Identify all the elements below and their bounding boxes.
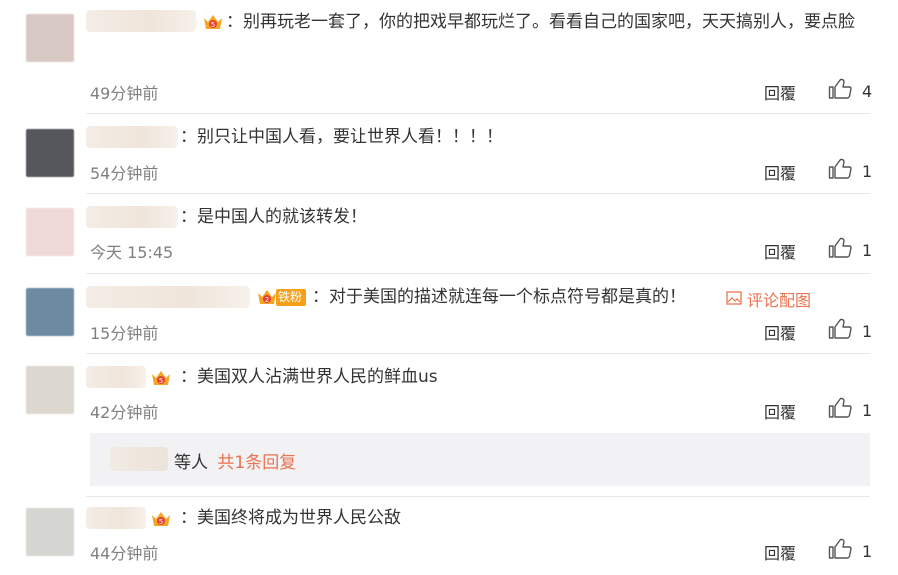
crown-icon: 2: [256, 287, 278, 307]
username-blurred[interactable]: [110, 447, 168, 471]
comment-text: ：别再玩老一套了，你的把戏早都玩烂了。看看自己的国家吧，天天搞别人，要点脸: [226, 12, 855, 32]
thumbs-up-icon: [828, 237, 852, 263]
username-blurred[interactable]: [86, 206, 178, 228]
comment-time: 49分钟前: [90, 84, 159, 103]
like-button[interactable]: 1: [828, 158, 872, 184]
comment-time: 42分钟前: [90, 403, 159, 422]
fan-badge[interactable]: 2 铁粉: [256, 286, 307, 308]
avatar[interactable]: [26, 508, 74, 556]
like-button[interactable]: 1: [828, 318, 872, 344]
reply-button[interactable]: 回覆: [764, 160, 796, 184]
crown-icon: 5: [150, 368, 172, 388]
comment-text: ：对于美国的描述就连每一个标点符号都是真的！: [312, 287, 686, 307]
view-replies-link[interactable]: 共1条回复: [217, 453, 296, 473]
thumbs-up-icon: [828, 538, 852, 564]
reply-button[interactable]: 回覆: [764, 540, 796, 564]
svg-text:5: 5: [211, 21, 215, 29]
comment-time: 54分钟前: [90, 164, 159, 183]
username-blurred[interactable]: [86, 126, 178, 148]
crown-icon: 5: [202, 12, 224, 32]
like-button[interactable]: 4: [828, 78, 872, 104]
username-blurred[interactable]: [86, 10, 196, 32]
like-count: 1: [862, 541, 873, 561]
comment-text: ：别只让中国人看，要让世界人看！！！！: [180, 127, 503, 147]
reply-button[interactable]: 回覆: [764, 239, 796, 263]
avatar[interactable]: [26, 208, 74, 256]
like-count: 1: [862, 240, 873, 260]
sub-reply-summary: 等人 共1条回复: [174, 448, 296, 473]
comment-time: 今天 15:45: [90, 243, 174, 262]
like-count: 1: [862, 400, 873, 420]
fan-level-tag: 铁粉: [276, 288, 307, 306]
crown-icon: 5: [150, 509, 172, 529]
comment-text: ：美国双人沾满世界人民的鲜血us: [180, 367, 438, 387]
like-button[interactable]: 1: [828, 237, 872, 263]
comment-image-link[interactable]: 评论配图: [726, 287, 811, 311]
sub-reply-box[interactable]: 等人 共1条回复: [90, 433, 870, 486]
avatar[interactable]: [26, 288, 74, 336]
divider: [86, 496, 870, 497]
thumbs-up-icon: [828, 318, 852, 344]
like-button[interactable]: 1: [828, 397, 872, 423]
like-count: 4: [862, 81, 873, 101]
avatar[interactable]: [26, 14, 74, 62]
username-blurred[interactable]: [86, 286, 250, 308]
thumbs-up-icon: [828, 397, 852, 423]
member-badge[interactable]: 5: [150, 367, 172, 389]
divider: [86, 113, 870, 114]
comment-time: 44分钟前: [90, 544, 159, 563]
member-badge[interactable]: 5: [202, 11, 224, 33]
reply-button[interactable]: 回覆: [764, 320, 796, 344]
divider: [86, 353, 870, 354]
comment-text: ：美国终将成为世界人民公敌: [180, 508, 401, 528]
comment-text: ：是中国人的就该转发！: [180, 207, 367, 227]
member-badge[interactable]: 5: [150, 508, 172, 530]
reply-button[interactable]: 回覆: [764, 80, 796, 104]
avatar[interactable]: [26, 129, 74, 177]
username-blurred[interactable]: [86, 366, 146, 388]
thumbs-up-icon: [828, 158, 852, 184]
sub-reply-label: 等人: [174, 453, 208, 473]
svg-text:5: 5: [159, 377, 163, 385]
divider: [86, 193, 870, 194]
image-link-label: 评论配图: [747, 291, 812, 310]
like-count: 1: [862, 321, 873, 341]
comment-time: 15分钟前: [90, 324, 159, 343]
like-button[interactable]: 1: [828, 538, 872, 564]
image-icon: [726, 290, 742, 309]
svg-text:5: 5: [159, 518, 163, 526]
thumbs-up-icon: [828, 78, 852, 104]
reply-button[interactable]: 回覆: [764, 399, 796, 423]
avatar[interactable]: [26, 366, 74, 414]
divider: [86, 273, 870, 274]
like-count: 1: [862, 161, 873, 181]
svg-text:2: 2: [265, 296, 269, 304]
username-blurred[interactable]: [86, 507, 146, 529]
